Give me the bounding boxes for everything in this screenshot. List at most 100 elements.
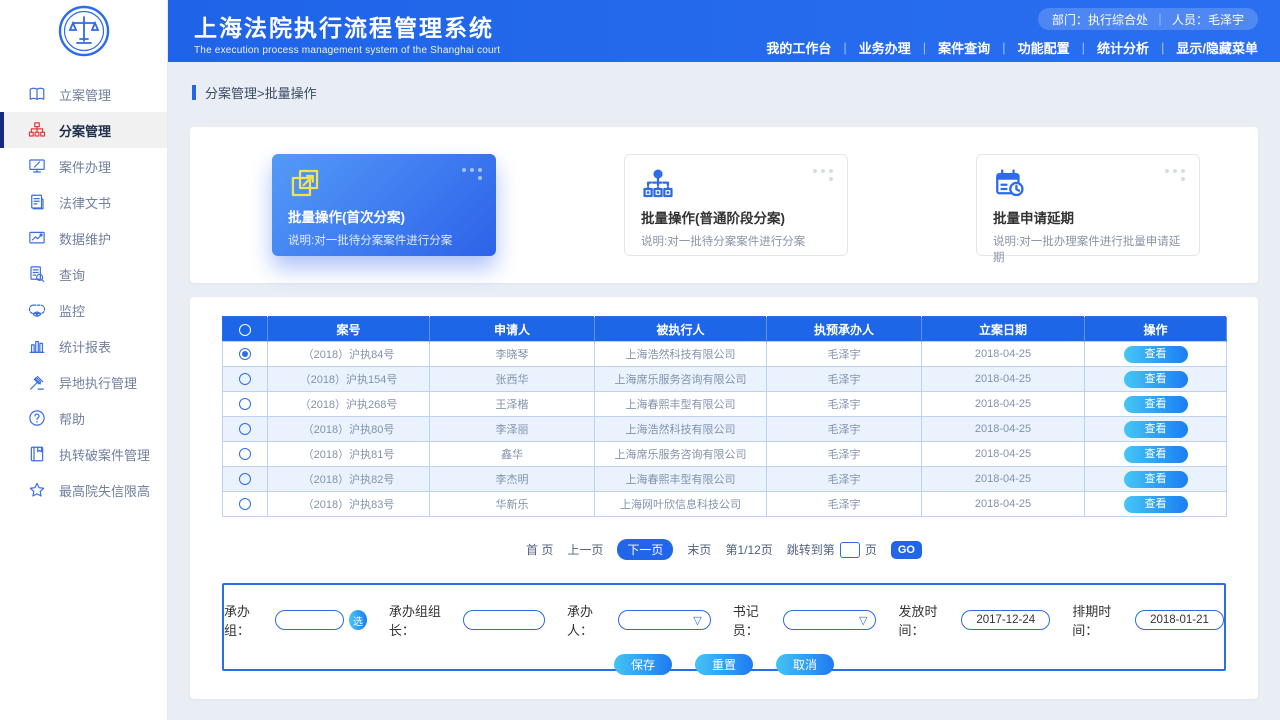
sidebar-item-1[interactable]: 立案管理 [0,76,167,112]
group-input[interactable] [275,610,344,630]
card-title: 批量申请延期 [993,207,1183,227]
row-radio[interactable] [239,398,251,410]
cancel-button[interactable]: 取消 [776,654,834,675]
nav-separator: | [1161,40,1164,55]
view-button[interactable]: 查看 [1124,421,1188,438]
sidebar-item-label: 异地执行管理 [59,373,137,392]
sidebar-item-3[interactable]: 案件办理 [0,148,167,184]
sidebar-item-label: 统计报表 [59,337,111,356]
applicant-cell: 李泽丽 [430,417,595,442]
undertaker-cell: 毛泽宇 [767,492,922,517]
chevron-down-icon: ▽ [693,614,701,627]
case-no-cell: （2018）沪执154号 [268,367,430,392]
sidebar-item-10[interactable]: 帮助 [0,400,167,436]
row-radio[interactable] [239,498,251,510]
batch-card-1[interactable]: 批量操作(首次分案)说明:对一批待分案案件进行分案 [272,154,496,256]
batch-card-3[interactable]: 批量申请延期说明:对一批办理案件进行批量申请延期 [976,154,1200,256]
pagination-next[interactable]: 下一页 [617,539,673,560]
undertaker-select[interactable]: ▽ [618,610,711,630]
court-emblem-logo [0,0,167,62]
clerk-label: 书记员： [733,601,779,639]
sidebar-item-label: 执转破案件管理 [59,445,150,464]
save-button[interactable]: 保存 [614,654,672,675]
filing-date-cell: 2018-04-25 [922,492,1085,517]
app-header: 上海法院执行流程管理系统 The execution process manag… [168,0,1280,62]
case-no-cell: （2018）沪执81号 [268,442,430,467]
card-description: 说明:对一批待分案案件进行分案 [641,233,831,249]
row-radio[interactable] [239,348,251,360]
nav-item-3[interactable]: 案件查询 [938,38,990,57]
reset-button[interactable]: 重置 [695,654,753,675]
nav-item-4[interactable]: 功能配置 [1018,38,1070,57]
app-subtitle: The execution process management system … [194,45,500,56]
group-leader-field: 承办组组长： [389,601,545,639]
group-leader-input[interactable] [463,610,545,630]
sidebar-item-5[interactable]: 数据维护 [0,220,167,256]
sidebar-item-11[interactable]: 执转破案件管理 [0,436,167,472]
row-radio[interactable] [239,448,251,460]
batch-card-2[interactable]: 批量操作(普通阶段分案)说明:对一批待分案案件进行分案 [624,154,848,256]
pagination-prev[interactable]: 上一页 [567,541,603,558]
sidebar-item-6[interactable]: 查询 [0,256,167,292]
app-title-block: 上海法院执行流程管理系统 The execution process manag… [168,0,500,62]
applicant-cell: 鑫华 [430,442,595,467]
schedule-time-input[interactable]: 2018-01-21 [1135,610,1224,630]
user-info-pill: 部门：执行综合处 ｜ 人员：毛泽宇 [1038,8,1258,30]
table-row: （2018）沪执83号华新乐上海网叶欣信息科技公司毛泽宇2018-04-25查看 [223,492,1227,517]
nav-item-6[interactable]: 显示/隐藏菜单 [1176,38,1258,57]
search-doc-icon [28,265,46,283]
sidebar-item-label: 分案管理 [59,121,111,140]
nav-item-5[interactable]: 统计分析 [1097,38,1149,57]
jump-label: 跳转到第 [787,541,835,558]
case-no-cell: （2018）沪执268号 [268,392,430,417]
breadcrumb: 分案管理>批量操作 [192,83,1280,102]
export-icon [288,166,324,200]
batch-action-cards-panel: 批量操作(首次分案)说明:对一批待分案案件进行分案 批量操作(普通阶段分案)说明:… [190,127,1258,283]
pick-group-button[interactable]: 选 [349,610,367,630]
sidebar-item-label: 帮助 [59,409,85,428]
more-dots-icon [809,169,833,181]
sidebar-item-12[interactable]: 最高院失信限高 [0,472,167,508]
case-table-panel: 案号申请人被执行人执预承办人立案日期操作 （2018）沪执84号李晓琴上海浩然科… [190,297,1258,699]
top-nav: 我的工作台|业务办理|案件查询|功能配置|统计分析|显示/隐藏菜单 [766,38,1258,57]
row-radio[interactable] [239,473,251,485]
nav-separator: | [1002,40,1005,55]
undertaker-cell: 毛泽宇 [767,442,922,467]
select-all-header[interactable] [223,317,268,342]
select-all-radio[interactable] [239,324,251,336]
nav-item-2[interactable]: 业务办理 [859,38,911,57]
clerk-select[interactable]: ▽ [783,610,876,630]
table-row: （2018）沪执82号李杰明上海春熙丰型有限公司毛泽宇2018-04-25查看 [223,467,1227,492]
sitemap-icon [28,121,46,139]
calendar-clock-icon [993,167,1029,201]
view-button[interactable]: 查看 [1124,396,1188,413]
filing-date-cell: 2018-04-25 [922,367,1085,392]
sidebar-item-label: 监控 [59,301,85,320]
jump-page-input[interactable] [840,542,860,558]
sidebar-item-7[interactable]: 监控 [0,292,167,328]
monitor-icon [28,157,46,175]
undertaker-cell: 毛泽宇 [767,467,922,492]
group-field: 承办组： 选 [224,601,367,639]
gavel-icon [28,373,46,391]
view-button[interactable]: 查看 [1124,346,1188,363]
issue-time-input[interactable]: 2017-12-24 [961,610,1050,630]
sidebar-item-9[interactable]: 异地执行管理 [0,364,167,400]
applicant-cell: 张西华 [430,367,595,392]
view-button[interactable]: 查看 [1124,371,1188,388]
applicant-cell: 王泽楷 [430,392,595,417]
go-button[interactable]: GO [891,541,922,559]
sidebar-item-8[interactable]: 统计报表 [0,328,167,364]
sidebar-item-2[interactable]: 分案管理 [0,112,167,148]
row-radio[interactable] [239,373,251,385]
case-no-cell: （2018）沪执80号 [268,417,430,442]
view-button[interactable]: 查看 [1124,446,1188,463]
sidebar-item-4[interactable]: 法律文书 [0,184,167,220]
help-icon [28,409,46,427]
nav-item-1[interactable]: 我的工作台 [766,38,831,57]
view-button[interactable]: 查看 [1124,471,1188,488]
pagination-first[interactable]: 首 页 [526,541,553,558]
row-radio[interactable] [239,423,251,435]
view-button[interactable]: 查看 [1124,496,1188,513]
pagination-last[interactable]: 末页 [687,541,711,558]
